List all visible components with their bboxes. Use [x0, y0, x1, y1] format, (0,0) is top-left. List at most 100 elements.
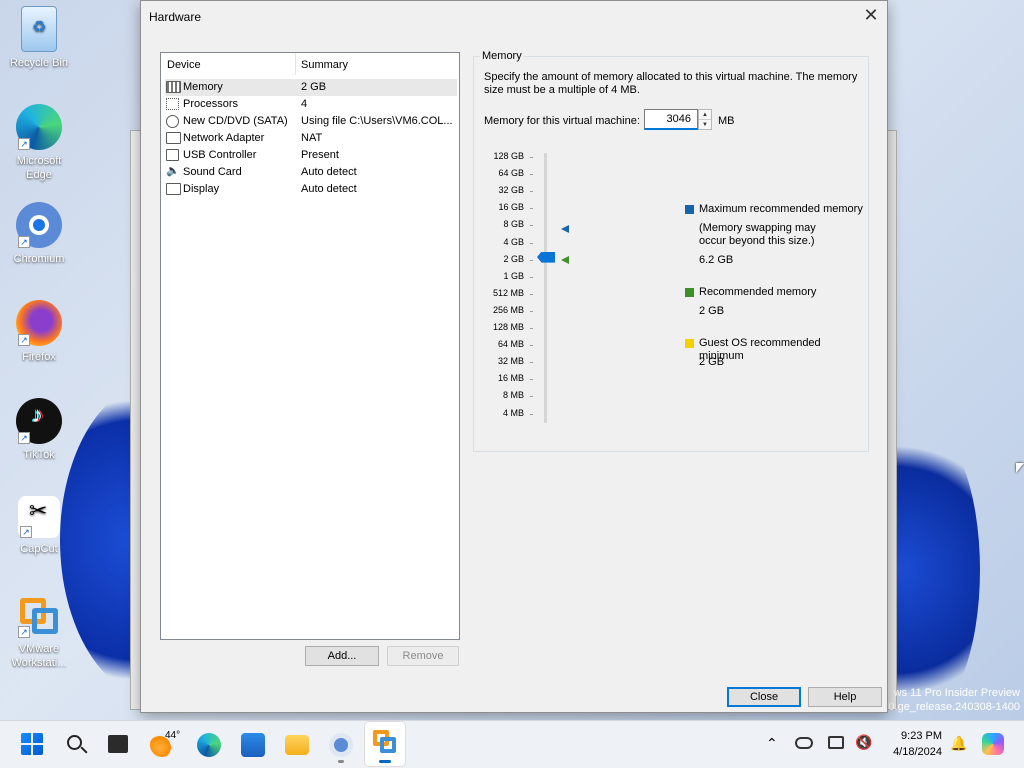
onedrive-icon[interactable]: [795, 737, 813, 749]
memory-scale-label: 2 GB: [503, 253, 524, 264]
search-icon[interactable]: [65, 733, 89, 757]
max-recommended-swatch: [685, 205, 694, 214]
memory-scale-label: 4 GB: [503, 236, 524, 247]
chromium-icon: [329, 733, 353, 757]
memory-scale-tick: [530, 208, 533, 210]
file-explorer-icon[interactable]: [285, 735, 309, 755]
processor-icon: [166, 98, 179, 110]
device-row-memory[interactable]: Memory 2 GB: [165, 79, 457, 96]
task-view-icon[interactable]: [108, 735, 128, 753]
memory-scale-tick: [530, 362, 533, 364]
vmware-taskbar-button[interactable]: [365, 722, 405, 766]
add-button[interactable]: Add...: [305, 646, 379, 666]
memory-spinner[interactable]: ▲ ▼: [698, 109, 712, 130]
max-recommended-note: (Memory swapping may occur beyond this s…: [699, 222, 816, 247]
start-icon[interactable]: [21, 733, 43, 755]
memory-scale-tick: [530, 379, 533, 381]
mouse-cursor: [1016, 463, 1024, 473]
memory-scale-tick: [530, 293, 533, 295]
running-indicator: [338, 760, 344, 763]
memory-scale-tick: [530, 413, 533, 415]
memory-scale-label: 64 GB: [498, 168, 524, 179]
close-icon[interactable]: ✕: [861, 5, 881, 25]
memory-scale-label: 16 GB: [498, 202, 524, 213]
device-row-cd-dvd[interactable]: New CD/DVD (SATA) Using file C:\Users\VM…: [165, 113, 457, 130]
copilot-icon[interactable]: [982, 733, 1004, 755]
device-row-sound-card[interactable]: 🔈 Sound Card Auto detect: [165, 164, 457, 181]
device-name: USB Controller: [183, 149, 257, 161]
column-separator[interactable]: [295, 53, 296, 75]
device-summary: Auto detect: [301, 183, 357, 195]
hardware-dialog: Hardware ✕ Device Summary Memory 2 GB Pr…: [140, 0, 888, 713]
desktop-icon-label: CapCut: [20, 543, 58, 555]
memory-input[interactable]: 3046: [644, 109, 698, 130]
taskbar: 44° ⌃ 🔇 9:23 PM 4/18/2024 🔔: [0, 720, 1024, 768]
recycle-bin-icon: ♻: [21, 6, 57, 52]
desktop-icon-recycle-bin[interactable]: ♻ Recycle Bin: [6, 6, 72, 70]
chromium-icon: ↗: [16, 202, 62, 248]
desktop-icon-vmware[interactable]: ↗ VMware Workstati...: [6, 594, 72, 670]
usb-controller-icon: [166, 149, 179, 161]
volume-muted-icon[interactable]: 🔇: [855, 734, 872, 751]
desktop-icon-firefox[interactable]: ↗ Firefox: [6, 300, 72, 364]
memory-scale-tick: [530, 276, 533, 278]
device-summary: 2 GB: [301, 81, 327, 93]
remove-button[interactable]: Remove: [387, 646, 459, 666]
edge-icon[interactable]: [197, 733, 221, 757]
help-button[interactable]: Help: [808, 687, 882, 707]
memory-slider-track[interactable]: [544, 153, 547, 423]
device-name: Sound Card: [183, 166, 242, 178]
recommended-value: 2 GB: [699, 305, 725, 317]
recommended-swatch: [685, 288, 694, 297]
memory-scale-label: 32 MB: [497, 356, 524, 367]
desktop-icon-chromium[interactable]: ↗ Chromium: [6, 202, 72, 266]
shortcut-arrow-icon: ↗: [18, 432, 30, 444]
vmware-icon-part: [380, 737, 396, 753]
display-icon[interactable]: [828, 736, 844, 749]
memory-scale-label: 1 GB: [503, 270, 524, 281]
spin-down-icon[interactable]: ▼: [699, 120, 711, 130]
memory-scale-tick: [530, 396, 533, 398]
cd-dvd-icon: [166, 115, 179, 128]
clock-date[interactable]: 4/18/2024: [880, 746, 942, 758]
desktop-icon-label: TikTok: [23, 449, 55, 461]
active-indicator: [379, 760, 391, 763]
spin-up-icon[interactable]: ▲: [699, 110, 711, 120]
column-header-device[interactable]: Device: [167, 59, 201, 71]
device-name: Processors: [183, 98, 239, 110]
memory-scale-label: 32 GB: [498, 185, 524, 196]
memory-scale-tick: [530, 191, 533, 193]
device-row-processors[interactable]: Processors 4: [165, 96, 457, 113]
memory-scale-label: 64 MB: [497, 339, 524, 350]
max-recommended-title: Maximum recommended memory: [699, 203, 863, 215]
guest-minimum-swatch: [685, 339, 694, 348]
device-row-network-adapter[interactable]: Network Adapter NAT: [165, 130, 457, 147]
notification-bell-icon[interactable]: 🔔: [950, 735, 967, 752]
chromium-taskbar-button[interactable]: [321, 722, 361, 766]
desktop-icon-label: Recycle Bin: [9, 57, 69, 69]
device-row-display[interactable]: Display Auto detect: [165, 181, 457, 198]
clock-time[interactable]: 9:23 PM: [880, 730, 942, 742]
chevron-up-icon[interactable]: ⌃: [766, 735, 778, 752]
device-name: Memory: [183, 81, 223, 93]
memory-scale-tick: [530, 310, 533, 312]
memory-scale-tick: [530, 345, 533, 347]
column-header-summary[interactable]: Summary: [301, 59, 348, 71]
desktop-icon-edge[interactable]: ↗ Microsoft Edge: [6, 104, 72, 182]
guest-minimum-value: 2 GB: [699, 356, 725, 368]
memory-scale-label: 512 MB: [492, 287, 524, 298]
memory-scale-label: 4 MB: [502, 407, 524, 418]
desktop-icon-label: Chromium: [13, 253, 65, 265]
network-adapter-icon: [166, 132, 181, 144]
device-summary: Using file C:\Users\VM6.COL...: [301, 115, 453, 127]
recommended-title: Recommended memory: [699, 286, 817, 298]
device-row-usb-controller[interactable]: USB Controller Present: [165, 147, 457, 164]
memory-scale-tick: [530, 157, 533, 158]
capcut-icon: ✂ ↗: [18, 496, 60, 538]
close-button[interactable]: Close: [727, 687, 801, 707]
store-icon[interactable]: [241, 733, 265, 757]
memory-scale-label: 8 GB: [503, 219, 524, 230]
desktop-icon-tiktok[interactable]: ♪ ↗ TikTok: [6, 398, 72, 462]
memory-scale-tick: [530, 259, 533, 261]
desktop-icon-capcut[interactable]: ✂ ↗ CapCut: [6, 496, 72, 556]
